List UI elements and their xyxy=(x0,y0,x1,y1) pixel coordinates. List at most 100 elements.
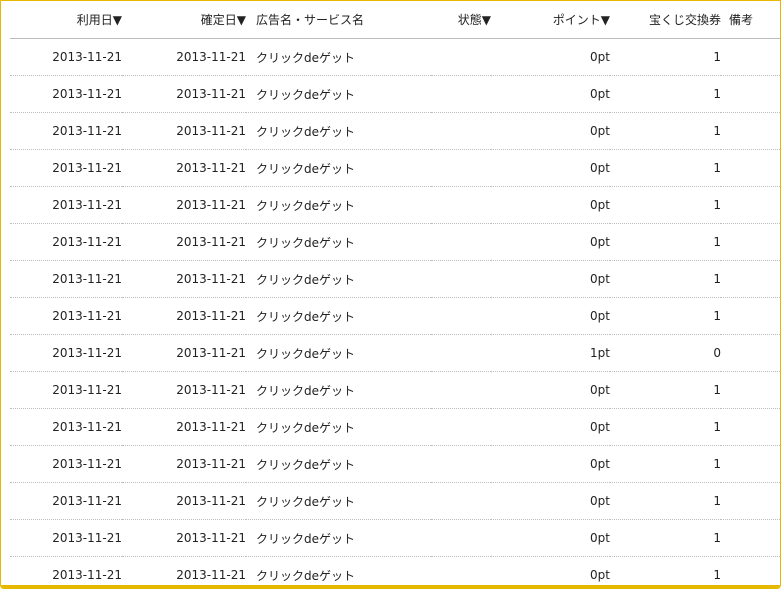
cell-ad-name: クリックdeゲット xyxy=(246,519,431,557)
cell-note xyxy=(721,297,780,335)
cell-points: 0pt xyxy=(491,371,610,409)
cell-use-date: 2013-11-21 xyxy=(10,112,122,150)
cell-points: 0pt xyxy=(491,186,610,224)
cell-status xyxy=(431,38,491,76)
cell-use-date: 2013-11-21 xyxy=(10,371,122,409)
cell-note xyxy=(721,557,780,589)
cell-lottery: 0 xyxy=(610,334,721,372)
cell-points: 0pt xyxy=(491,519,610,557)
cell-note xyxy=(721,519,780,557)
table-row: 2013-11-21 2013-11-21 クリックdeゲット 0pt 1 xyxy=(10,75,780,113)
table-row: 2013-11-21 2013-11-21 クリックdeゲット 0pt 1 xyxy=(10,408,780,446)
cell-points: 0pt xyxy=(491,408,610,446)
cell-confirm-date: 2013-11-21 xyxy=(122,334,246,372)
cell-confirm-date: 2013-11-21 xyxy=(122,371,246,409)
cell-status xyxy=(431,408,491,446)
cell-status xyxy=(431,186,491,224)
cell-ad-name: クリックdeゲット xyxy=(246,260,431,298)
cell-use-date: 2013-11-21 xyxy=(10,260,122,298)
cell-use-date: 2013-11-21 xyxy=(10,38,122,76)
cell-confirm-date: 2013-11-21 xyxy=(122,260,246,298)
cell-status xyxy=(431,112,491,150)
cell-use-date: 2013-11-21 xyxy=(10,223,122,261)
cell-status xyxy=(431,223,491,261)
cell-status xyxy=(431,482,491,520)
cell-note xyxy=(721,186,780,224)
cell-lottery: 1 xyxy=(610,519,721,557)
cell-status xyxy=(431,371,491,409)
cell-points: 0pt xyxy=(491,297,610,335)
cell-points: 0pt xyxy=(491,112,610,150)
column-header-status[interactable]: 状態▼ xyxy=(431,1,491,39)
column-header-confirm-date[interactable]: 確定日▼ xyxy=(122,1,246,39)
cell-ad-name: クリックdeゲット xyxy=(246,112,431,150)
cell-status xyxy=(431,260,491,298)
cell-use-date: 2013-11-21 xyxy=(10,519,122,557)
cell-use-date: 2013-11-21 xyxy=(10,75,122,113)
cell-ad-name: クリックdeゲット xyxy=(246,297,431,335)
cell-points: 0pt xyxy=(491,149,610,187)
cell-lottery: 1 xyxy=(610,408,721,446)
cell-ad-name: クリックdeゲット xyxy=(246,149,431,187)
cell-status xyxy=(431,75,491,113)
table-body: 2013-11-21 2013-11-21 クリックdeゲット 0pt 1 2013-11… xyxy=(10,38,780,589)
sort-use-date-link[interactable]: 利用日▼ xyxy=(77,13,122,27)
table-header: 利用日▼ 確定日▼ 広告名・サービス名 状態▼ ポイント▼ 宝くじ交換券 備考 xyxy=(10,1,780,39)
cell-lottery: 1 xyxy=(610,186,721,224)
table-row: 2013-11-21 2013-11-21 クリックdeゲット 0pt 1 xyxy=(10,38,780,76)
cell-ad-name: クリックdeゲット xyxy=(246,334,431,372)
table-row: 2013-11-21 2013-11-21 クリックdeゲット 0pt 1 xyxy=(10,482,780,520)
cell-use-date: 2013-11-21 xyxy=(10,297,122,335)
cell-lottery: 1 xyxy=(610,445,721,483)
cell-ad-name: クリックdeゲット xyxy=(246,38,431,76)
cell-points: 1pt xyxy=(491,334,610,372)
cell-note xyxy=(721,75,780,113)
cell-use-date: 2013-11-21 xyxy=(10,149,122,187)
cell-points: 0pt xyxy=(590,568,610,582)
cell-note xyxy=(721,112,780,150)
table-row: 2013-11-21 2013-11-21 クリックdeゲット 0pt 1 xyxy=(10,557,780,589)
cell-confirm-date: 2013-11-21 xyxy=(122,297,246,335)
column-header-points[interactable]: ポイント▼ xyxy=(491,1,610,39)
column-header-lottery: 宝くじ交換券 xyxy=(610,1,721,39)
cell-lottery: 1 xyxy=(713,568,721,582)
cell-ad-name: クリックdeゲット xyxy=(246,482,431,520)
cell-use-date: 2013-11-21 xyxy=(10,408,122,446)
cell-status xyxy=(431,297,491,335)
table-row: 2013-11-21 2013-11-21 クリックdeゲット 0pt 1 xyxy=(10,371,780,409)
table-row: 2013-11-21 2013-11-21 クリックdeゲット 0pt 1 xyxy=(10,445,780,483)
column-header-use-date[interactable]: 利用日▼ xyxy=(10,1,122,39)
cell-note xyxy=(721,445,780,483)
cell-use-date: 2013-11-21 xyxy=(10,482,122,520)
cell-confirm-date: 2013-11-21 xyxy=(122,408,246,446)
cell-confirm-date: 2013-11-21 xyxy=(122,149,246,187)
column-header-ad-name: 広告名・サービス名 xyxy=(246,1,431,39)
point-history-table: 利用日▼ 確定日▼ 広告名・サービス名 状態▼ ポイント▼ 宝くじ交換券 備考 … xyxy=(10,1,780,589)
cell-lottery: 1 xyxy=(610,112,721,150)
table-row: 2013-11-21 2013-11-21 クリックdeゲット 0pt 1 xyxy=(10,186,780,224)
cell-confirm-date: 2013-11-21 xyxy=(122,186,246,224)
sort-points-link[interactable]: ポイント▼ xyxy=(553,13,610,27)
cell-ad-name: クリックdeゲット xyxy=(246,186,431,224)
cell-lottery: 1 xyxy=(610,371,721,409)
table-row: 2013-11-21 2013-11-21 クリックdeゲット 0pt 1 xyxy=(10,223,780,261)
table-row: 2013-11-21 2013-11-21 クリックdeゲット 0pt 1 xyxy=(10,519,780,557)
cell-confirm-date: 2013-11-21 xyxy=(122,75,246,113)
cell-lottery: 1 xyxy=(610,260,721,298)
sort-status-link[interactable]: 状態▼ xyxy=(458,13,491,27)
cell-lottery: 1 xyxy=(610,38,721,76)
cell-confirm-date: 2013-11-21 xyxy=(122,445,246,483)
cell-note xyxy=(721,334,780,372)
cell-lottery: 1 xyxy=(610,75,721,113)
sort-confirm-date-link[interactable]: 確定日▼ xyxy=(201,13,246,27)
table-row: 2013-11-21 2013-11-21 クリックdeゲット 0pt 1 xyxy=(10,260,780,298)
cell-use-date: 2013-11-21 xyxy=(10,445,122,483)
cell-ad-name: クリックdeゲット xyxy=(256,568,356,583)
history-panel: 利用日▼ 確定日▼ 広告名・サービス名 状態▼ ポイント▼ 宝くじ交換券 備考 … xyxy=(0,0,781,589)
cell-confirm-date: 2013-11-21 xyxy=(176,568,246,582)
cell-confirm-date: 2013-11-21 xyxy=(122,519,246,557)
cell-ad-name: クリックdeゲット xyxy=(246,445,431,483)
cell-ad-name: クリックdeゲット xyxy=(246,408,431,446)
cell-confirm-date: 2013-11-21 xyxy=(122,223,246,261)
cell-lottery: 1 xyxy=(610,482,721,520)
